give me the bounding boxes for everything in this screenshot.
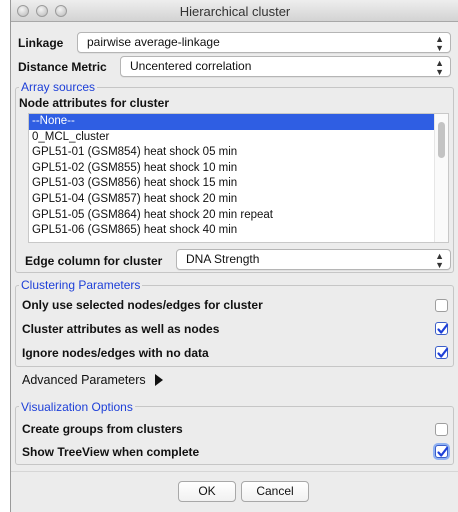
- cluster-attributes-checkbox[interactable]: [435, 322, 449, 335]
- checkmark-icon: [437, 446, 449, 457]
- linkage-select[interactable]: pairwise average-linkage ▲ ▼: [77, 32, 451, 53]
- window-title: Hierarchical cluster: [179, 4, 291, 19]
- only-selected-checkbox[interactable]: [435, 299, 448, 312]
- node-attributes-list[interactable]: --None-- 0_MCL_cluster GPL51-01 (GSM854) h…: [28, 113, 449, 243]
- ignore-no-data-checkbox[interactable]: [435, 346, 449, 359]
- create-groups-label: Create groups from clusters: [22, 422, 183, 436]
- cancel-button[interactable]: Cancel: [241, 481, 309, 502]
- visualization-options-title: Visualization Options: [19, 400, 135, 414]
- disclosure-triangle-icon: [155, 374, 164, 386]
- show-treeview-label: Show TreeView when complete: [22, 445, 200, 459]
- list-scrollbar-thumb[interactable]: [438, 122, 445, 158]
- array-sources-title: Array sources: [19, 80, 98, 94]
- advanced-parameters-label: Advanced Parameters: [22, 373, 146, 387]
- distance-metric-label: Distance Metric: [18, 60, 107, 74]
- select-arrows-icon: ▲ ▼: [435, 34, 444, 53]
- ignore-no-data-label: Ignore nodes/edges with no data: [22, 346, 209, 360]
- distance-metric-select[interactable]: Uncentered correlation ▲ ▼: [120, 56, 451, 77]
- distance-metric-value: Uncentered correlation: [130, 59, 252, 73]
- list-items-container: --None-- 0_MCL_cluster GPL51-01 (GSM854) h…: [29, 114, 448, 239]
- show-treeview-checkbox[interactable]: [435, 445, 449, 458]
- edge-column-value: DNA Strength: [186, 252, 260, 266]
- list-item[interactable]: GPL51-06 (GSM865) heat shock 40 min: [29, 223, 448, 239]
- ok-button[interactable]: OK: [178, 481, 236, 502]
- list-item[interactable]: GPL51-05 (GSM864) heat shock 20 min repe…: [29, 208, 448, 224]
- dialog-window: Hierarchical cluster Linkage pairwise av…: [10, 0, 458, 512]
- cluster-attributes-label: Cluster attributes as well as nodes: [22, 322, 220, 336]
- list-scrollbar[interactable]: [434, 114, 448, 242]
- checkmark-icon: [437, 347, 449, 358]
- list-item[interactable]: GPL51-03 (GSM856) heat shock 15 min: [29, 176, 448, 192]
- advanced-parameters-toggle[interactable]: Advanced Parameters: [22, 373, 164, 391]
- list-item[interactable]: GPL51-02 (GSM855) heat shock 10 min: [29, 161, 448, 177]
- linkage-value: pairwise average-linkage: [87, 35, 220, 49]
- list-item[interactable]: GPL51-04 (GSM857) heat shock 20 min: [29, 192, 448, 208]
- only-selected-label: Only use selected nodes/edges for cluste…: [22, 298, 263, 312]
- linkage-label: Linkage: [18, 36, 64, 50]
- footer-separator: [11, 471, 458, 472]
- edge-column-select[interactable]: DNA Strength ▲ ▼: [176, 249, 451, 270]
- create-groups-checkbox[interactable]: [435, 423, 448, 436]
- node-attributes-label: Node attributes for cluster: [19, 96, 170, 110]
- edge-column-label: Edge column for cluster: [25, 254, 163, 268]
- select-arrows-icon: ▲ ▼: [435, 58, 444, 77]
- list-item[interactable]: 0_MCL_cluster: [29, 130, 448, 146]
- list-item[interactable]: GPL51-01 (GSM854) heat shock 05 min: [29, 145, 448, 161]
- clustering-parameters-title: Clustering Parameters: [19, 278, 143, 292]
- title-bar: Hierarchical cluster: [11, 0, 458, 22]
- select-arrows-icon: ▲ ▼: [435, 251, 444, 270]
- checkmark-icon: [437, 323, 449, 334]
- list-item[interactable]: --None--: [29, 114, 448, 130]
